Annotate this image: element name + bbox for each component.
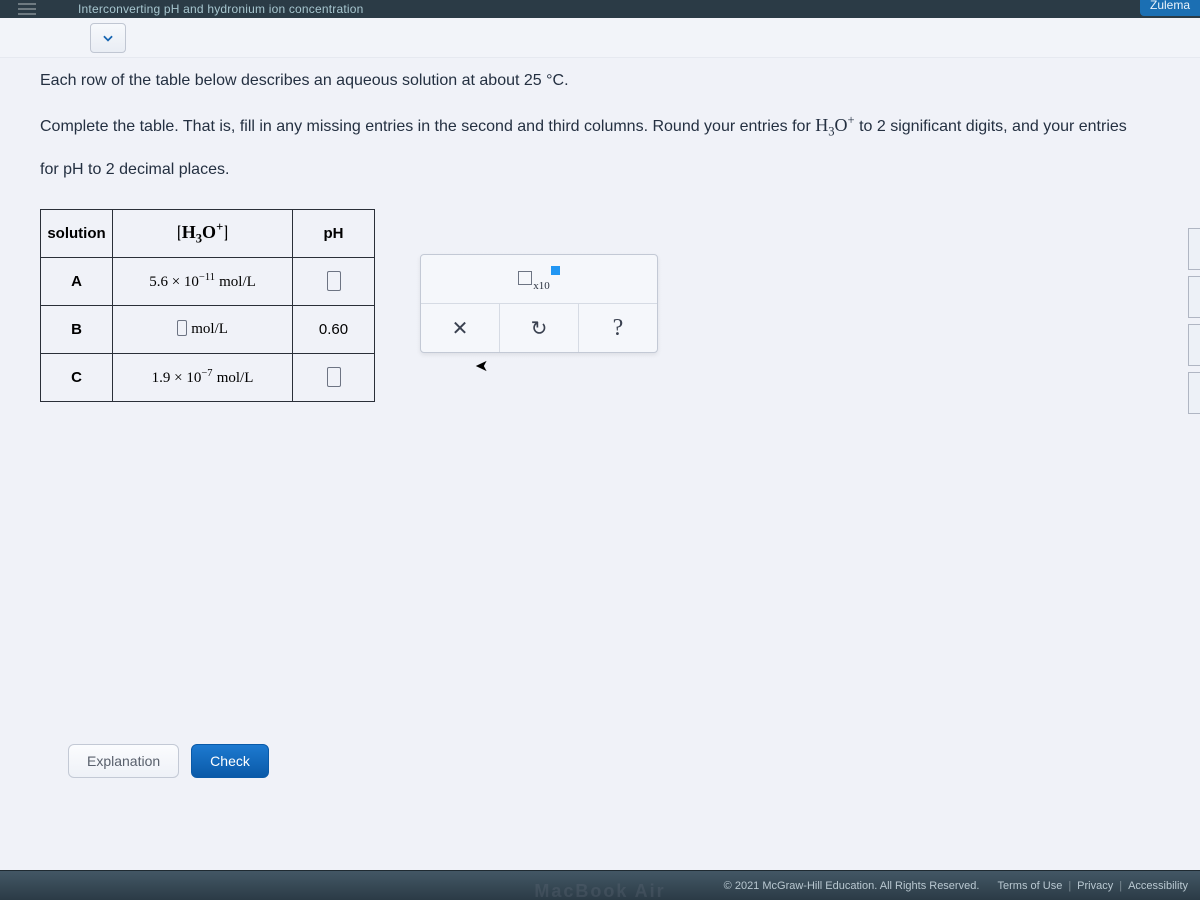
- help-icon: ?: [613, 315, 624, 342]
- palette-help-button[interactable]: ?: [579, 304, 657, 352]
- input-palette: x10 ✕ ↻ ?: [420, 254, 658, 353]
- col-header-solution: solution: [41, 209, 113, 257]
- footer-privacy-link[interactable]: Privacy: [1077, 880, 1113, 892]
- row-label-b: B: [41, 305, 113, 353]
- cell-a-ph[interactable]: [293, 257, 375, 305]
- explanation-button[interactable]: Explanation: [68, 744, 179, 778]
- h3o-formula: H3O+: [815, 115, 854, 135]
- side-tool-2[interactable]: [1188, 276, 1200, 318]
- col-header-ph: pH: [293, 209, 375, 257]
- solution-table: solution [H3O+] pH A 5.6 × 10−11 mol/L B…: [40, 209, 375, 402]
- cell-c-ph[interactable]: [293, 353, 375, 401]
- row-label-a: A: [41, 257, 113, 305]
- footer-terms-link[interactable]: Terms of Use: [998, 880, 1063, 892]
- check-button[interactable]: Check: [191, 744, 269, 778]
- footer-bar: © 2021 McGraw-Hill Education. All Rights…: [0, 870, 1200, 900]
- user-badge[interactable]: Zulema: [1140, 0, 1200, 16]
- footer-copyright: © 2021 McGraw-Hill Education. All Rights…: [724, 880, 980, 892]
- side-tool-1[interactable]: [1188, 228, 1200, 270]
- table-row: A 5.6 × 10−11 mol/L: [41, 257, 375, 305]
- table-row: C 1.9 × 10−7 mol/L: [41, 353, 375, 401]
- chevron-down-icon: [101, 31, 115, 45]
- cell-b-conc[interactable]: mol/L: [113, 305, 293, 353]
- palette-sci-template[interactable]: x10: [421, 255, 657, 303]
- cursor-icon: ➤: [475, 356, 488, 376]
- close-icon: ✕: [452, 316, 469, 341]
- instructions: Each row of the table below describes an…: [40, 68, 1160, 183]
- footer-accessibility-link[interactable]: Accessibility: [1128, 880, 1188, 892]
- collapse-button[interactable]: [90, 23, 126, 53]
- hamburger-icon[interactable]: [18, 8, 36, 10]
- table-row: B mol/L 0.60: [41, 305, 375, 353]
- cell-b-ph: 0.60: [293, 305, 375, 353]
- instructions-line-2: Complete the table. That is, fill in any…: [40, 110, 1160, 142]
- cell-a-conc: 5.6 × 10−11 mol/L: [113, 257, 293, 305]
- instructions-line-3: for pH to 2 decimal places.: [40, 157, 1160, 183]
- cell-c-conc: 1.9 × 10−7 mol/L: [113, 353, 293, 401]
- instructions-line-1: Each row of the table below describes an…: [40, 68, 1160, 94]
- row-label-c: C: [41, 353, 113, 401]
- palette-clear-button[interactable]: ✕: [421, 304, 500, 352]
- page-title: Interconverting pH and hydronium ion con…: [78, 2, 364, 16]
- page-header: [0, 18, 1200, 58]
- title-bar: Interconverting pH and hydronium ion con…: [0, 0, 1200, 18]
- palette-undo-button[interactable]: ↻: [500, 304, 579, 352]
- side-tool-3[interactable]: [1188, 324, 1200, 366]
- col-header-concentration: [H3O+]: [113, 209, 293, 257]
- side-tool-4[interactable]: [1188, 372, 1200, 414]
- undo-icon: ↻: [531, 316, 548, 341]
- side-tool-strip: [1188, 228, 1200, 420]
